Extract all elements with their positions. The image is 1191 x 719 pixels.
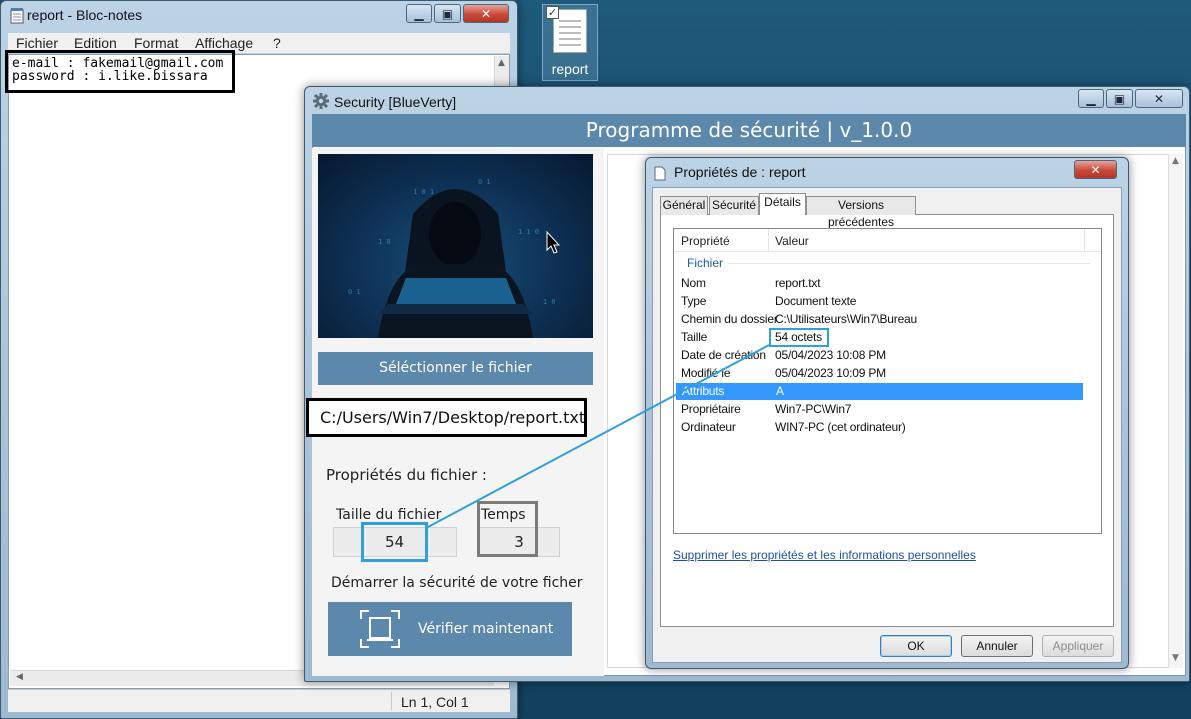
property-value: Document texte xyxy=(775,294,857,308)
minimize-icon: ▁ xyxy=(1086,91,1096,106)
close-button[interactable]: ✕ xyxy=(1135,89,1183,108)
notepad-icon xyxy=(10,8,24,24)
list-item[interactable]: Type Document texte xyxy=(675,293,1083,310)
list-item[interactable]: Chemin du dossier C:\Utilisateurs\Win7\Bu… xyxy=(675,311,1083,328)
scroll-up-icon[interactable]: ▲ xyxy=(1172,156,1179,166)
list-item[interactable]: Date de création 05/04/2023 10:08 PM xyxy=(675,347,1083,364)
property-name: Modifié le xyxy=(681,366,731,380)
tab-details[interactable]: Détails xyxy=(759,193,806,215)
cursor-position: Ln 1, Col 1 xyxy=(401,694,469,710)
tab-previous-versions[interactable]: Versions précédentes xyxy=(806,196,916,229)
ok-button[interactable]: OK xyxy=(880,635,952,657)
cancel-button[interactable]: Annuler xyxy=(961,635,1033,657)
menu-item-view[interactable]: Affichage xyxy=(195,35,253,51)
property-name: Date de création xyxy=(681,348,766,362)
scan-frame-icon xyxy=(360,610,400,648)
maximize-button[interactable]: ▣ xyxy=(1106,89,1133,108)
maximize-icon: ▣ xyxy=(441,6,454,21)
column-value[interactable]: Valeur xyxy=(775,234,809,248)
maximize-button[interactable]: ▣ xyxy=(434,4,461,23)
menu-item-edit[interactable]: Edition xyxy=(74,35,117,51)
time-value: 3 xyxy=(514,533,524,551)
tab-general[interactable]: Général xyxy=(660,196,708,215)
column-property[interactable]: Propriété xyxy=(681,234,730,248)
svg-text:1 1 0: 1 1 0 xyxy=(518,228,539,236)
property-value: report.txt xyxy=(775,276,821,290)
file-size-value: 54 xyxy=(384,533,405,551)
property-name: Chemin du dossier xyxy=(681,312,778,326)
group-divider xyxy=(728,263,1090,264)
close-button[interactable]: ✕ xyxy=(463,4,509,23)
list-item[interactable]: Propriétaire Win7-PC\Win7 xyxy=(675,401,1083,418)
maximize-icon: ▣ xyxy=(1113,91,1126,106)
remove-properties-link[interactable]: Supprimer les propriétés et les informat… xyxy=(673,548,976,562)
time-label: Temps xyxy=(481,507,526,523)
scroll-down-icon[interactable]: ▼ xyxy=(1172,653,1179,663)
close-icon: ✕ xyxy=(1090,162,1101,177)
file-size-label: Taille du fichier xyxy=(336,507,442,523)
minimize-button[interactable]: ▁ xyxy=(406,4,432,23)
scroll-left-icon[interactable]: ◀ xyxy=(16,672,23,682)
list-item[interactable]: Taille 54 octets xyxy=(675,329,1083,346)
app-header: Programme de sécurité | v_1.0.0 xyxy=(312,114,1186,147)
list-item[interactable]: Nom report.txt xyxy=(675,275,1083,292)
dialog-title: Propriétés de : report xyxy=(674,164,806,180)
property-value: 05/04/2023 10:09 PM xyxy=(775,366,886,380)
select-file-button[interactable]: Séléctionner le fichier xyxy=(318,352,593,385)
column-divider[interactable] xyxy=(768,229,769,252)
svg-text:1 0: 1 0 xyxy=(378,238,391,246)
svg-text:1 0: 1 0 xyxy=(543,298,556,306)
property-value: 05/04/2023 10:08 PM xyxy=(775,348,886,362)
scroll-up-icon[interactable]: ▲ xyxy=(498,58,505,68)
gear-icon xyxy=(313,93,329,109)
mouse-cursor-icon xyxy=(546,231,560,254)
close-icon: ✕ xyxy=(1153,91,1165,106)
close-button[interactable]: ✕ xyxy=(1074,160,1117,179)
property-name: Type xyxy=(681,294,707,308)
group-header: Fichier xyxy=(687,256,724,270)
annotation-box xyxy=(769,328,829,347)
property-value: C:\Utilisateurs\Win7\Bureau xyxy=(775,312,917,326)
checkbox-icon[interactable]: ✓ xyxy=(546,6,559,19)
window-title: Security [BlueVerty] xyxy=(334,94,457,110)
list-item-selected[interactable]: Attributs A xyxy=(676,383,1083,400)
document-icon xyxy=(654,166,666,181)
property-name: Propriétaire xyxy=(681,402,741,416)
svg-text:1 0 1: 1 0 1 xyxy=(413,188,434,196)
apply-button[interactable]: Appliquer xyxy=(1042,635,1114,657)
property-name: Taille xyxy=(681,330,708,344)
file-path-field[interactable]: C:/Users/Win7/Desktop/report.txt xyxy=(306,398,587,437)
verify-now-button[interactable]: Vérifier maintenant xyxy=(328,602,572,656)
tab-security[interactable]: Sécurité xyxy=(709,196,759,215)
property-name: Nom xyxy=(681,276,706,290)
property-name: Attributs xyxy=(682,384,725,398)
start-security-label: Démarrer la sécurité de votre ficher xyxy=(331,575,583,591)
verify-button-label: Vérifier maintenant xyxy=(418,621,554,637)
vertical-scrollbar[interactable]: ▲ ▼ xyxy=(1168,154,1183,668)
list-header: Propriété Valeur xyxy=(674,229,1101,252)
annotation-box xyxy=(5,50,235,93)
menu-item-help[interactable]: ? xyxy=(273,35,281,51)
property-value: A xyxy=(776,384,784,398)
window-title: report - Bloc-notes xyxy=(27,7,143,23)
minimize-button[interactable]: ▁ xyxy=(1078,89,1104,108)
list-item[interactable]: Modifié le 05/04/2023 10:09 PM xyxy=(675,365,1083,382)
close-icon: ✕ xyxy=(480,6,492,21)
status-bar: Ln 1, Col 1 xyxy=(8,689,510,712)
menu-item-file[interactable]: Fichier xyxy=(16,35,58,51)
list-item[interactable]: Ordinateur WIN7-PC (cet ordinateur) xyxy=(675,419,1083,436)
menu-item-format[interactable]: Format xyxy=(134,35,178,51)
minimize-icon: ▁ xyxy=(414,6,424,21)
property-name: Ordinateur xyxy=(681,420,736,434)
svg-text:0 1: 0 1 xyxy=(348,288,361,296)
properties-heading: Propriétés du fichier : xyxy=(326,466,487,484)
desktop-icon-label: report xyxy=(551,61,589,77)
property-value: WIN7-PC (cet ordinateur) xyxy=(775,420,906,434)
column-divider[interactable] xyxy=(1084,229,1085,252)
status-divider xyxy=(391,692,392,710)
svg-text:0 1: 0 1 xyxy=(478,178,491,186)
property-value: Win7-PC\Win7 xyxy=(775,402,852,416)
